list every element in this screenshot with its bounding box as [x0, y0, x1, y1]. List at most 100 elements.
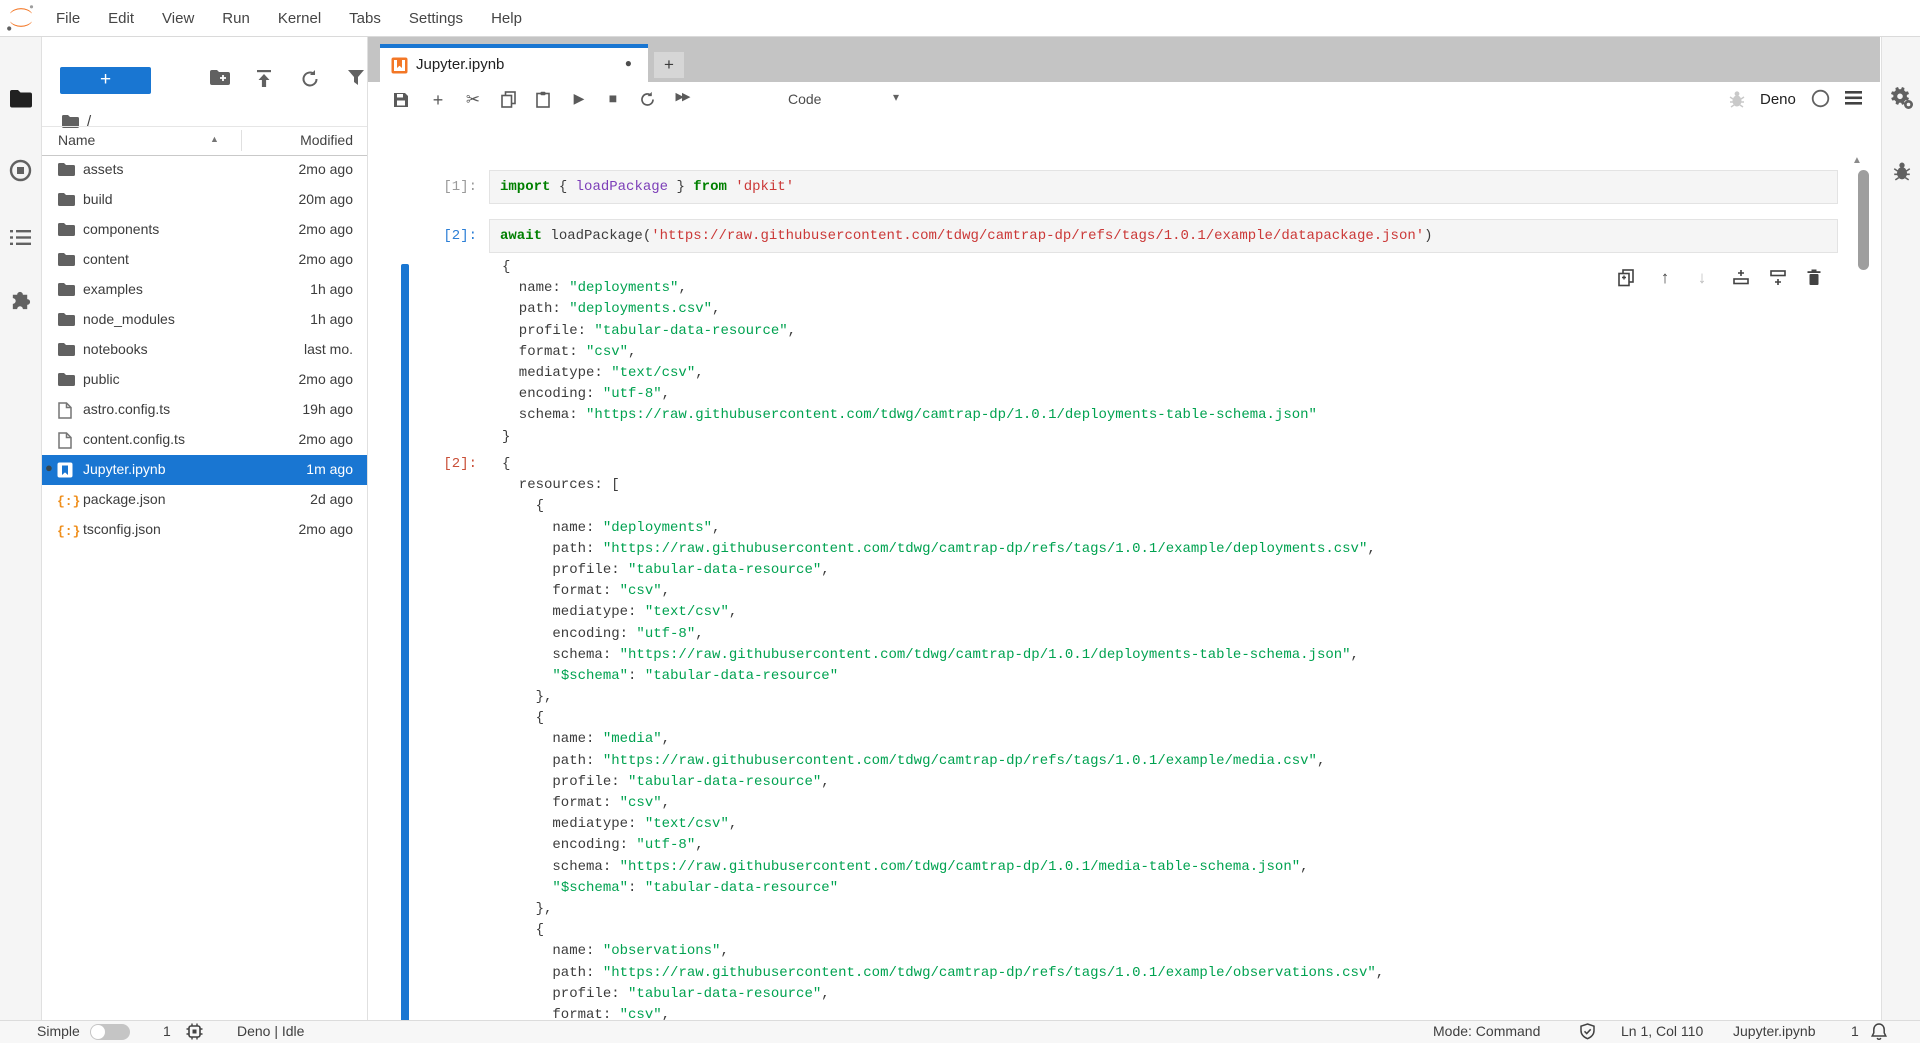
- restart-kernel-icon[interactable]: [636, 90, 658, 108]
- move-cell-up-icon[interactable]: ↑: [1652, 268, 1678, 288]
- menu-edit[interactable]: Edit: [94, 10, 148, 27]
- file-name: content.config.ts: [83, 431, 185, 447]
- file-row-node_modules[interactable]: node_modules1h ago: [42, 305, 367, 335]
- file-modified: 2mo ago: [299, 371, 353, 387]
- file-name: examples: [83, 281, 143, 297]
- filter-icon[interactable]: [347, 69, 365, 86]
- file-modified: 19h ago: [302, 401, 353, 417]
- column-name[interactable]: Name: [58, 132, 95, 148]
- copy-cells-icon[interactable]: [497, 90, 519, 108]
- active-cell-collapser[interactable]: [401, 264, 409, 1020]
- output-prompt-2: [2]:: [408, 454, 477, 475]
- notebook-area[interactable]: [1]: import { loadPackage } from 'dpkit'…: [368, 118, 1880, 1020]
- file-row-examples[interactable]: examples1h ago: [42, 275, 367, 305]
- notebook-icon: [391, 57, 408, 74]
- insert-cell-above-icon[interactable]: [1728, 268, 1754, 286]
- cut-cells-icon[interactable]: ✂: [462, 90, 484, 110]
- delete-cell-icon[interactable]: [1801, 268, 1827, 286]
- restart-run-all-icon[interactable]: ▶▶: [671, 90, 693, 103]
- file-list-header: Name ▲ Modified: [42, 126, 367, 156]
- tab-title: Jupyter.ipynb: [416, 56, 504, 73]
- extensions-icon[interactable]: [0, 289, 41, 312]
- run-cell-icon[interactable]: ▶: [568, 90, 590, 107]
- json-icon: {:}: [57, 522, 77, 538]
- notebook-mode: Mode: Command: [1433, 1023, 1540, 1039]
- scroll-up-arrow[interactable]: ▲: [1852, 155, 1862, 166]
- move-cell-down-icon[interactable]: ↓: [1689, 268, 1715, 288]
- simple-mode-toggle[interactable]: [90, 1024, 130, 1040]
- output-result: { resources: [ { name: "deployments", pa…: [502, 454, 1384, 1020]
- menu-file[interactable]: File: [42, 10, 94, 27]
- toolbar-overflow-icon[interactable]: [1845, 91, 1862, 105]
- code-cell-1[interactable]: import { loadPackage } from 'dpkit': [489, 170, 1838, 204]
- file-row-public[interactable]: public2mo ago: [42, 365, 367, 395]
- input-prompt-1: [1]:: [408, 177, 477, 198]
- refresh-icon[interactable]: [300, 69, 320, 89]
- vertical-scrollbar-thumb[interactable]: [1858, 170, 1869, 270]
- kernel-status-icon[interactable]: [1811, 89, 1830, 108]
- insert-cell-icon[interactable]: +: [427, 90, 449, 111]
- debugger-sidebar-icon[interactable]: [1882, 161, 1920, 181]
- file-row-package.json[interactable]: {:}package.json2d ago: [42, 485, 367, 515]
- file-row-tsconfig.json[interactable]: {:}tsconfig.json2mo ago: [42, 515, 367, 545]
- file-row-notebooks[interactable]: notebookslast mo.: [42, 335, 367, 365]
- menu-view[interactable]: View: [148, 10, 208, 27]
- unsaved-changes-dot[interactable]: ●: [625, 56, 632, 70]
- debugger-icon[interactable]: [1728, 90, 1746, 108]
- running-kernels-icon[interactable]: [0, 159, 41, 182]
- duplicate-cell-icon[interactable]: [1613, 268, 1639, 287]
- file-name: content: [83, 251, 129, 267]
- json-icon: {:}: [57, 492, 77, 508]
- menu-tabs[interactable]: Tabs: [335, 10, 395, 27]
- file-row-build[interactable]: build20m ago: [42, 185, 367, 215]
- new-tab-button[interactable]: +: [654, 52, 684, 78]
- property-inspector-icon[interactable]: [1882, 85, 1920, 111]
- column-modified[interactable]: Modified: [300, 132, 353, 148]
- upload-icon[interactable]: [254, 69, 274, 88]
- file-name: astro.config.ts: [83, 401, 170, 417]
- menu-settings[interactable]: Settings: [395, 10, 477, 27]
- save-icon[interactable]: [390, 90, 412, 108]
- file-browser-icon[interactable]: [0, 89, 41, 108]
- new-folder-icon[interactable]: [209, 69, 231, 87]
- file-modified: 20m ago: [299, 191, 353, 207]
- table-of-contents-icon[interactable]: [0, 229, 41, 246]
- file-name: assets: [83, 161, 123, 177]
- file-modified: 2mo ago: [299, 251, 353, 267]
- column-divider[interactable]: [241, 130, 242, 151]
- stop-kernel-icon[interactable]: ■: [602, 90, 624, 106]
- kernel-sessions-count[interactable]: 1: [163, 1023, 171, 1039]
- menu-help[interactable]: Help: [477, 10, 536, 27]
- notifications-bell-icon[interactable]: [1871, 1023, 1887, 1040]
- paste-cells-icon[interactable]: [532, 90, 554, 108]
- folder-icon: [57, 162, 77, 178]
- folder-icon: [57, 192, 77, 208]
- file-row-Jupyter.ipynb[interactable]: ●Jupyter.ipynb1m ago: [42, 455, 367, 485]
- simple-mode-label[interactable]: Simple: [37, 1023, 80, 1039]
- file-row-content.config.ts[interactable]: content.config.ts 2mo ago: [42, 425, 367, 455]
- left-activity-bar: [0, 37, 42, 1020]
- kernel-name[interactable]: Deno: [1760, 91, 1796, 108]
- tab-bar: Jupyter.ipynb ● +: [368, 37, 1880, 83]
- menu-kernel[interactable]: Kernel: [264, 10, 335, 27]
- file-row-assets[interactable]: assets2mo ago: [42, 155, 367, 185]
- kernel-sessions-icon[interactable]: [186, 1023, 203, 1040]
- cell-type-dropdown[interactable]: Code: [788, 91, 821, 107]
- file-modified: 2mo ago: [299, 431, 353, 447]
- file-row-content[interactable]: content 2mo ago: [42, 245, 367, 275]
- cursor-position[interactable]: Ln 1, Col 110: [1621, 1023, 1703, 1039]
- new-launcher-button[interactable]: +: [60, 67, 151, 94]
- file-row-astro.config.ts[interactable]: astro.config.ts 19h ago: [42, 395, 367, 425]
- menu-run[interactable]: Run: [208, 10, 264, 27]
- code-cell-2[interactable]: await loadPackage('https://raw.githubuse…: [489, 219, 1838, 253]
- sort-ascending-icon[interactable]: ▲: [210, 134, 219, 144]
- file-modified: 2mo ago: [299, 221, 353, 237]
- notifications-count[interactable]: 1: [1851, 1023, 1859, 1039]
- insert-cell-below-icon[interactable]: [1765, 268, 1791, 286]
- tab-jupyter-ipynb[interactable]: Jupyter.ipynb ●: [380, 44, 648, 82]
- code-cell-1-source[interactable]: import { loadPackage } from 'dpkit': [500, 177, 794, 198]
- folder-icon: [57, 282, 77, 298]
- code-cell-2-source[interactable]: await loadPackage('https://raw.githubuse…: [500, 226, 1433, 247]
- file-row-components[interactable]: components2mo ago: [42, 215, 367, 245]
- folder-icon: [57, 312, 77, 328]
